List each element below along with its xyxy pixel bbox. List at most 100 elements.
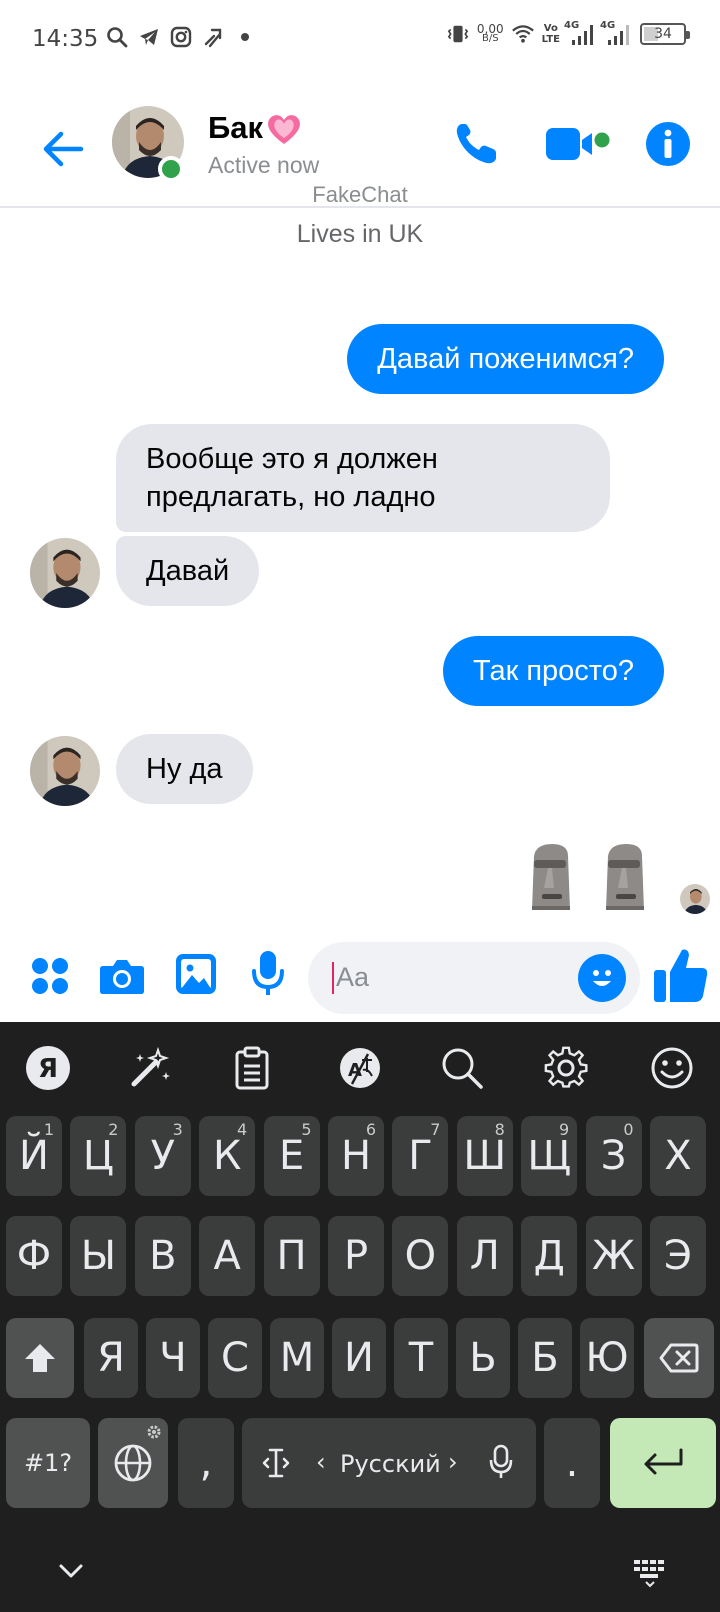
key-hint: 2	[108, 1120, 119, 1139]
key[interactable]: Ц2	[70, 1116, 127, 1196]
key[interactable]: Р	[328, 1216, 384, 1296]
status-system-icons: 0,00 B/S Vo LTE 4G 4G 34	[447, 20, 690, 46]
keyboard-icon	[634, 1560, 664, 1588]
key[interactable]: Х	[650, 1116, 706, 1196]
search-icon	[106, 26, 128, 48]
key[interactable]: Ш8	[456, 1116, 513, 1196]
search-button[interactable]	[438, 1044, 486, 1092]
contact-name[interactable]: Бак	[208, 110, 263, 146]
status-bar: 14:35 0,00 B/S Vo LTE 4G 4G 34	[0, 0, 720, 80]
space-right-chevron: ›	[448, 1448, 458, 1476]
phone-icon	[456, 124, 496, 164]
video-call-button[interactable]	[544, 120, 610, 168]
translate-icon: A	[340, 1048, 380, 1088]
chevron-down-icon	[59, 1564, 83, 1578]
backspace-key[interactable]	[644, 1318, 714, 1398]
avatar-photo	[30, 736, 100, 806]
lightning-icon	[202, 26, 224, 48]
key[interactable]: У3	[134, 1116, 191, 1196]
signal-1: 4G	[564, 20, 596, 46]
key-label: Щ	[527, 1133, 572, 1179]
key-label: К	[212, 1133, 242, 1179]
search-icon	[442, 1048, 483, 1089]
call-button[interactable]	[448, 116, 504, 172]
key[interactable]: К4	[199, 1116, 256, 1196]
message-input[interactable]: Aa	[308, 942, 640, 1014]
keyboard-switch-button[interactable]	[630, 1554, 670, 1588]
key[interactable]: О	[392, 1216, 449, 1296]
message-outgoing[interactable]: Так просто?	[443, 636, 664, 706]
camera-button[interactable]	[98, 952, 146, 1000]
symbols-key[interactable]: #1?	[6, 1418, 90, 1508]
key[interactable]: В	[134, 1216, 191, 1296]
info-button[interactable]	[642, 118, 694, 170]
key[interactable]: Ю	[580, 1318, 634, 1398]
back-button[interactable]	[36, 122, 90, 176]
key[interactable]: Ч	[146, 1318, 200, 1398]
emoji-button[interactable]	[578, 954, 626, 1002]
key[interactable]: Б	[518, 1318, 572, 1398]
avatar-photo	[30, 538, 100, 608]
key-hint: 6	[365, 1120, 376, 1139]
language-key[interactable]	[98, 1418, 168, 1508]
key[interactable]: С	[208, 1318, 262, 1398]
key[interactable]: Ф	[6, 1216, 62, 1296]
text-caret	[332, 962, 334, 994]
yandex-button[interactable]: Я	[24, 1044, 72, 1092]
key[interactable]: Я	[84, 1318, 138, 1398]
key[interactable]: Ь	[456, 1318, 510, 1398]
hide-keyboard-button[interactable]	[54, 1556, 88, 1586]
key[interactable]: З0	[585, 1116, 642, 1196]
clipboard-button[interactable]	[228, 1044, 276, 1092]
more-actions-button[interactable]	[28, 954, 72, 998]
key[interactable]: Н6	[328, 1116, 384, 1196]
message-incoming[interactable]: Вообще это я должен предлагать, но ладно	[116, 424, 610, 532]
key[interactable]: Л	[456, 1216, 513, 1296]
arrow-left-icon	[43, 131, 84, 167]
key[interactable]: А	[199, 1216, 256, 1296]
shift-arrow-icon	[25, 1344, 55, 1372]
sender-avatar[interactable]	[30, 538, 100, 608]
key[interactable]: Щ9	[521, 1116, 578, 1196]
message-incoming[interactable]: Давай	[116, 536, 260, 606]
status-time: 14:35	[32, 26, 99, 52]
sender-avatar[interactable]	[30, 736, 100, 806]
message-placeholder: Aa	[336, 962, 370, 992]
pink-heart-icon	[266, 112, 302, 146]
key[interactable]: Э	[650, 1216, 706, 1296]
magic-wand-button[interactable]	[126, 1044, 174, 1092]
period-key[interactable]: .	[544, 1418, 600, 1508]
key[interactable]: И	[332, 1318, 386, 1398]
space-key[interactable]: ‹ Русский ›	[242, 1418, 536, 1508]
gallery-button[interactable]	[172, 950, 220, 998]
settings-button[interactable]	[542, 1044, 590, 1092]
thumbs-up-icon	[654, 949, 708, 1002]
message-incoming[interactable]: Ну да	[116, 734, 253, 804]
shift-key[interactable]	[6, 1318, 74, 1398]
key[interactable]: Д	[521, 1216, 578, 1296]
vibrate-icon	[447, 23, 469, 45]
key[interactable]: Г7	[392, 1116, 449, 1196]
clipboard-icon	[235, 1046, 269, 1090]
camera-icon	[100, 960, 144, 994]
yandex-icon: Я	[26, 1046, 70, 1090]
key[interactable]: Ж	[585, 1216, 642, 1296]
enter-key[interactable]	[610, 1418, 716, 1508]
key[interactable]: П	[263, 1216, 320, 1296]
translate-button[interactable]: A	[336, 1044, 384, 1092]
key[interactable]: Ы	[70, 1216, 127, 1296]
key[interactable]: Й1	[6, 1116, 62, 1196]
key[interactable]: М	[270, 1318, 324, 1398]
key-label: Х	[664, 1133, 692, 1179]
comma-key[interactable]: ,	[178, 1418, 234, 1508]
key[interactable]: Т	[394, 1318, 448, 1398]
key-hint: 5	[301, 1120, 312, 1139]
like-button[interactable]	[650, 944, 712, 1006]
presence-status: Active now	[208, 152, 320, 178]
video-camera-icon	[546, 128, 610, 160]
smiley-icon	[593, 970, 611, 986]
message-outgoing[interactable]: Давай поженимся?	[347, 324, 664, 394]
key[interactable]: Е5	[263, 1116, 320, 1196]
emoji-keyboard-button[interactable]	[648, 1044, 696, 1092]
voice-message-button[interactable]	[246, 948, 290, 998]
